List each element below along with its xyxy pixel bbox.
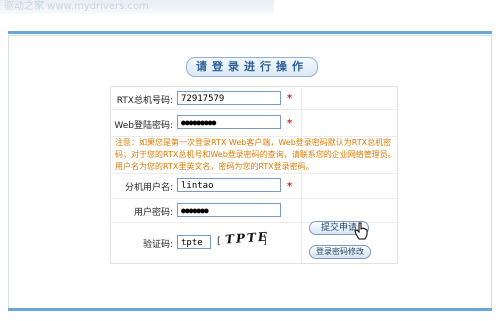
page-title: 请登录进行操作 — [186, 57, 318, 77]
captcha-label: 验证码: — [142, 240, 173, 250]
required-mark: * — [287, 118, 293, 129]
frame-left-border — [8, 36, 9, 310]
captcha-input[interactable]: tpte — [177, 235, 211, 249]
user-password-row: 用户密码: ●●●●●●● — [111, 198, 397, 223]
login-notice: 注意：如果您是第一次登录RTX Web客户端，Web登录密码默认为RTX总机密码… — [115, 138, 396, 171]
top-border — [8, 31, 492, 34]
change-password-button[interactable]: 登录密码修改 — [309, 245, 371, 259]
web-password-label: Web登陆密码: — [114, 121, 173, 131]
rtx-number-label: RTX总机号码: — [116, 96, 173, 106]
ext-username-row: 分机用户名: lintao * — [111, 173, 397, 199]
required-mark: * — [287, 93, 293, 104]
required-mark: * — [287, 181, 293, 192]
web-password-input[interactable]: ●●●●●●●●● — [177, 115, 281, 129]
captcha-bracket-open: [ — [217, 236, 221, 247]
top-border-shadow — [8, 35, 492, 36]
user-password-label: 用户密码: — [133, 208, 173, 218]
rtx-number-input[interactable]: 72917579 — [177, 91, 281, 105]
web-password-row: Web登陆密码: ●●●●●●●●● * — [111, 110, 397, 137]
bottom-border — [8, 308, 492, 311]
ext-username-label: 分机用户名: — [124, 183, 173, 193]
user-password-input[interactable]: ●●●●●●● — [177, 203, 281, 217]
watermark: 驱动之家 www.mydrivers.com — [0, 0, 274, 14]
hand-cursor-icon — [354, 222, 368, 240]
rtx-number-row: RTX总机号码: 72917579 * — [111, 87, 397, 110]
frame-right-border — [491, 36, 492, 310]
captcha-bracket-close: ] — [263, 236, 267, 247]
ext-username-input[interactable]: lintao — [177, 178, 281, 192]
